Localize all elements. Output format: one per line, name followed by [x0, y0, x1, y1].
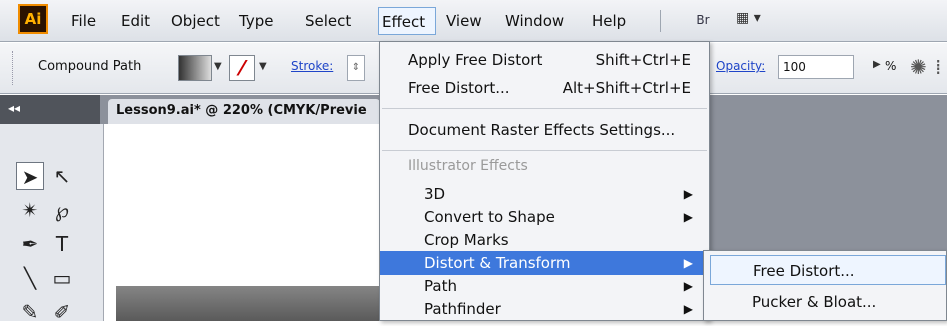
- illustrator-logo-icon: Ai: [18, 4, 48, 34]
- opacity-label[interactable]: Opacity:: [716, 59, 765, 73]
- chevron-down-icon: ▾: [753, 10, 761, 26]
- fill-dropdown-arrow-icon[interactable]: ▼: [214, 61, 222, 72]
- menu-view[interactable]: View: [443, 0, 485, 42]
- menu-item-path[interactable]: Path ▶: [380, 274, 709, 298]
- document-tab[interactable]: Lesson9.ai* @ 220% (CMYK/Previe: [108, 99, 380, 124]
- bridge-icon[interactable]: Br: [687, 10, 719, 30]
- submenu-arrow-icon: ▶: [683, 256, 693, 270]
- submenu-arrow-icon: ▶: [683, 210, 693, 224]
- menu-help[interactable]: Help: [589, 0, 629, 42]
- selection-type-label: Compound Path: [38, 59, 142, 74]
- menu-object[interactable]: Object: [168, 0, 223, 42]
- tools-panel: ➤ ↖ ✴ ℘ ✒ T ╲ ▭ ✎ ✐: [0, 124, 104, 324]
- gear-icon[interactable]: ✺: [910, 55, 927, 79]
- submenu-arrow-icon: ▶: [683, 279, 693, 293]
- menu-select[interactable]: Select: [302, 0, 354, 42]
- menu-item-convert-to-shape[interactable]: Convert to Shape ▶: [380, 205, 709, 229]
- pen-tool-icon[interactable]: ✒: [16, 230, 44, 258]
- menu-item-crop-marks[interactable]: Crop Marks: [380, 228, 709, 252]
- submenu-item-pucker-bloat[interactable]: Pucker & Bloat...: [710, 287, 946, 317]
- rectangle-tool-icon[interactable]: ▭: [48, 264, 76, 292]
- direct-selection-tool-icon[interactable]: ↖: [48, 162, 76, 190]
- collapse-icon: ◂◂: [8, 101, 21, 115]
- menu-item-3d[interactable]: 3D ▶: [380, 182, 709, 206]
- selection-tool-icon[interactable]: ➤: [16, 162, 44, 190]
- panel-background: [710, 95, 947, 250]
- menu-separator: [382, 108, 707, 109]
- menu-type[interactable]: Type: [236, 0, 276, 42]
- lasso-icon[interactable]: ℘: [48, 196, 76, 224]
- menu-window[interactable]: Window: [502, 0, 567, 42]
- line-tool-icon[interactable]: ╲: [16, 264, 44, 292]
- magic-wand-icon[interactable]: ✴: [16, 196, 44, 224]
- align-icon[interactable]: ⁞: [935, 55, 941, 79]
- menu-item-document-raster-effects-settings[interactable]: Document Raster Effects Settings...: [380, 118, 709, 142]
- distort-transform-submenu: Free Distort... Pucker & Bloat...: [703, 250, 947, 321]
- menu-section-header: Illustrator Effects: [408, 158, 528, 174]
- pencil-icon[interactable]: ✐: [48, 298, 76, 326]
- stroke-none-swatch[interactable]: ⁄: [229, 55, 255, 81]
- fill-swatch[interactable]: [178, 55, 212, 81]
- artwork-shape[interactable]: [116, 286, 380, 321]
- opacity-arrow-icon[interactable]: ▶: [873, 59, 881, 70]
- type-tool-icon[interactable]: T: [48, 230, 76, 258]
- menu-divider: [660, 10, 661, 32]
- panel-grip[interactable]: [12, 51, 17, 85]
- menu-item-free-distort[interactable]: Free Distort... Alt+Shift+Ctrl+E: [380, 76, 709, 100]
- menu-file[interactable]: File: [68, 0, 99, 42]
- stroke-dropdown-arrow-icon[interactable]: ▼: [259, 61, 267, 72]
- tools-collapse-button[interactable]: ◂◂: [0, 95, 100, 124]
- menu-separator: [382, 150, 707, 151]
- stroke-weight-spinner[interactable]: ⇕: [347, 55, 365, 81]
- opacity-input[interactable]: 100: [778, 55, 854, 79]
- opacity-unit: %: [885, 59, 897, 73]
- effect-menu: Apply Free Distort Shift+Ctrl+E Free Dis…: [379, 41, 710, 321]
- submenu-item-free-distort[interactable]: Free Distort...: [710, 255, 946, 285]
- menu-item-pathfinder[interactable]: Pathfinder ▶: [380, 297, 709, 321]
- menu-bar: Ai File Edit Object Type Select Effect V…: [0, 0, 947, 42]
- submenu-arrow-icon: ▶: [683, 302, 693, 316]
- paintbrush-icon[interactable]: ✎: [16, 298, 44, 326]
- arrange-documents-icon[interactable]: ▦ ▾: [736, 10, 774, 30]
- menu-edit[interactable]: Edit: [118, 0, 153, 42]
- menu-item-apply-free-distort[interactable]: Apply Free Distort Shift+Ctrl+E: [380, 48, 709, 72]
- submenu-arrow-icon: ▶: [683, 187, 693, 201]
- stroke-label[interactable]: Stroke:: [291, 59, 333, 73]
- menu-item-distort-transform[interactable]: Distort & Transform ▶: [380, 251, 709, 275]
- menu-effect[interactable]: Effect: [378, 7, 436, 35]
